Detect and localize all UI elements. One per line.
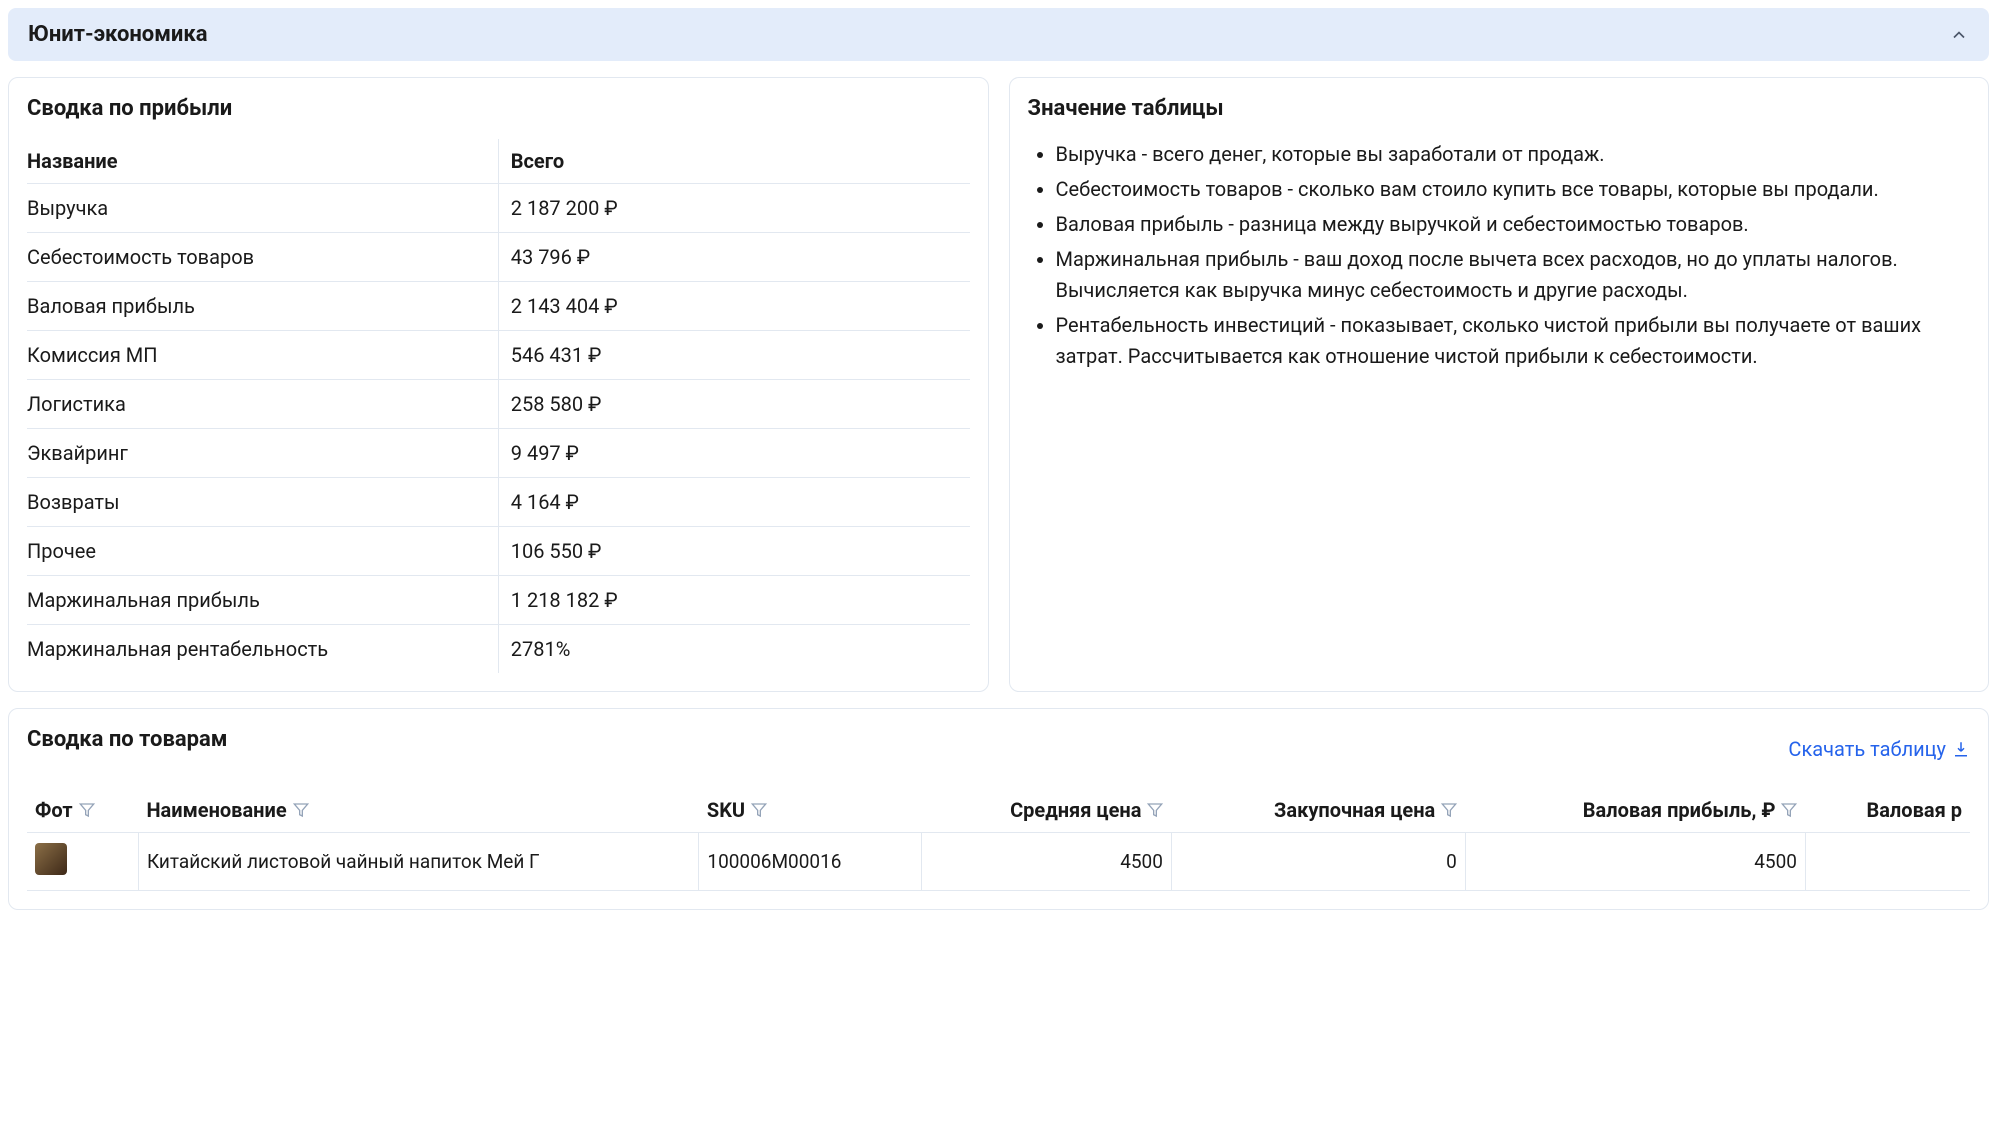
profit-row: Себестоимость товаров43 796 ₽ (27, 233, 970, 282)
col-header-gross-profit-pct[interactable]: Валовая р (1805, 788, 1970, 833)
profit-row-name: Комиссия МП (27, 331, 498, 380)
products-table: Фот Наименование SKU (27, 788, 1970, 891)
product-photo-cell (27, 833, 138, 891)
profit-row-total: 546 431 ₽ (498, 331, 969, 380)
profit-row: Валовая прибыль2 143 404 ₽ (27, 282, 970, 331)
profit-row-name: Себестоимость товаров (27, 233, 498, 282)
profit-row-total: 4 164 ₽ (498, 478, 969, 527)
col-header-avg-price[interactable]: Средняя цена (922, 788, 1172, 833)
description-item: Выручка - всего денег, которые вы зарабо… (1056, 139, 1971, 170)
filter-icon (1441, 802, 1457, 818)
descriptions-card: Значение таблицы Выручка - всего денег, … (1009, 77, 1990, 692)
filter-icon (1147, 802, 1163, 818)
profit-row-name: Маржинальная прибыль (27, 576, 498, 625)
profit-row: Эквайринг9 497 ₽ (27, 429, 970, 478)
profit-row-name: Маржинальная рентабельность (27, 625, 498, 674)
profit-row: Маржинальная прибыль1 218 182 ₽ (27, 576, 970, 625)
product-name-cell: Китайский листовой чайный напиток Мей Г (138, 833, 698, 891)
profit-row-total: 1 218 182 ₽ (498, 576, 969, 625)
profit-row: Комиссия МП546 431 ₽ (27, 331, 970, 380)
profit-row-total: 43 796 ₽ (498, 233, 969, 282)
col-header-sku[interactable]: SKU (699, 788, 922, 833)
profit-row-total: 9 497 ₽ (498, 429, 969, 478)
profit-summary-table: Название Всего Выручка2 187 200 ₽Себесто… (27, 139, 970, 673)
filter-icon (1781, 802, 1797, 818)
products-summary-title: Сводка по товарам (27, 727, 228, 752)
profit-row: Маржинальная рентабельность2781% (27, 625, 970, 674)
col-header-name[interactable]: Наименование (138, 788, 698, 833)
product-gross-profit-cell: 4500 (1465, 833, 1805, 891)
profit-row: Логистика258 580 ₽ (27, 380, 970, 429)
col-header-name: Название (27, 139, 498, 184)
description-item: Валовая прибыль - разница между выручкой… (1056, 209, 1971, 240)
col-header-gross-profit-rub[interactable]: Валовая прибыль, ₽ (1465, 788, 1805, 833)
profit-row-total: 106 550 ₽ (498, 527, 969, 576)
filter-icon (79, 802, 95, 818)
download-icon (1952, 740, 1970, 758)
profit-row-total: 2 187 200 ₽ (498, 184, 969, 233)
download-table-label: Скачать таблицу (1788, 737, 1946, 761)
product-avg-price-cell: 4500 (922, 833, 1172, 891)
filter-icon (751, 802, 767, 818)
profit-row: Выручка2 187 200 ₽ (27, 184, 970, 233)
description-item: Себестоимость товаров - сколько вам стои… (1056, 174, 1971, 205)
profit-row-total: 2 143 404 ₽ (498, 282, 969, 331)
profit-summary-title: Сводка по прибыли (27, 96, 970, 121)
product-purchase-price-cell: 0 (1171, 833, 1465, 891)
profit-row-name: Прочее (27, 527, 498, 576)
profit-row-name: Валовая прибыль (27, 282, 498, 331)
profit-row-total: 2781% (498, 625, 969, 674)
col-header-purchase-price[interactable]: Закупочная цена (1171, 788, 1465, 833)
descriptions-list: Выручка - всего денег, которые вы зарабо… (1028, 139, 1971, 372)
col-header-total: Всего (498, 139, 969, 184)
product-gross-profit-pct-cell (1805, 833, 1970, 891)
profit-row-total: 258 580 ₽ (498, 380, 969, 429)
chevron-up-icon (1949, 25, 1969, 45)
section-title: Юнит-экономика (28, 22, 208, 47)
descriptions-title: Значение таблицы (1028, 96, 1971, 121)
description-item: Рентабельность инвестиций - показывает, … (1056, 310, 1971, 372)
profit-row-name: Эквайринг (27, 429, 498, 478)
profit-row-name: Выручка (27, 184, 498, 233)
description-item: Маржинальная прибыль - ваш доход после в… (1056, 244, 1971, 306)
profit-row: Прочее106 550 ₽ (27, 527, 970, 576)
profit-row: Возвраты4 164 ₽ (27, 478, 970, 527)
product-thumbnail (35, 843, 67, 875)
unit-economics-header[interactable]: Юнит-экономика (8, 8, 1989, 61)
products-summary-card: Сводка по товарам Скачать таблицу Фот (8, 708, 1989, 910)
product-row: Китайский листовой чайный напиток Мей Г1… (27, 833, 1970, 891)
profit-row-name: Логистика (27, 380, 498, 429)
download-table-link[interactable]: Скачать таблицу (1788, 737, 1970, 761)
profit-row-name: Возвраты (27, 478, 498, 527)
filter-icon (293, 802, 309, 818)
product-sku-cell: 100006M00016 (699, 833, 922, 891)
profit-summary-card: Сводка по прибыли Название Всего Выручка… (8, 77, 989, 692)
col-header-photo[interactable]: Фот (27, 788, 138, 833)
